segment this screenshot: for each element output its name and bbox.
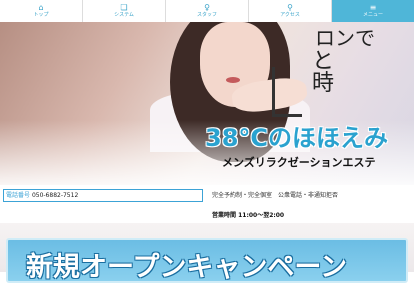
nav-item-menu[interactable]: ≡ メニュー bbox=[332, 0, 414, 22]
nav-item-system[interactable]: ❏ システム bbox=[83, 0, 166, 22]
phone-number: 050-6882-7512 bbox=[31, 192, 79, 199]
phone-link[interactable]: 電話番号 050-6882-7512 bbox=[3, 189, 203, 202]
phone-label: 電話番号 bbox=[6, 192, 31, 199]
map-pin-icon: ⚲ bbox=[287, 3, 293, 12]
nav-item-access[interactable]: ⚲ アクセス bbox=[249, 0, 332, 22]
staff-icon: ♀ bbox=[204, 3, 210, 12]
nav-item-label: アクセス bbox=[280, 12, 300, 18]
campaign-banner[interactable]: 新規オープンキャンペーン bbox=[6, 238, 408, 283]
home-icon: ⌂ bbox=[38, 3, 44, 12]
campaign-banner-text: 新規オープンキャンペーン bbox=[26, 252, 348, 283]
brand-subtitle: メンズリラクゼーションエステ bbox=[222, 156, 376, 169]
top-nav: ⌂ トップ ❏ システム ♀ スタッフ ⚲ アクセス ≡ メニュー bbox=[0, 0, 414, 22]
nav-item-label: トップ bbox=[33, 12, 49, 18]
business-hours: 営業時間 11:00～翌2:00 bbox=[212, 212, 285, 219]
nav-item-label: メニュー bbox=[362, 12, 383, 18]
shop-features: 完全予約制・完全個室 公衆電話・非通知拒否 bbox=[212, 192, 339, 199]
brand-logo-text: 38°Cのほほえみ bbox=[205, 124, 389, 152]
hero-banner: ロンで と 時 38°Cのほほえみ メンズリラクゼーションエステ bbox=[0, 22, 414, 185]
nav-item-staff[interactable]: ♀ スタッフ bbox=[166, 0, 249, 22]
system-icon: ❏ bbox=[120, 3, 128, 12]
hero-tagline-3: 時 bbox=[312, 71, 335, 96]
nav-item-label: スタッフ bbox=[196, 12, 217, 18]
hero-corner-bracket bbox=[272, 67, 302, 117]
shop-info: 電話番号 050-6882-7512 完全予約制・完全個室 公衆電話・非通知拒否… bbox=[0, 185, 414, 223]
menu-icon: ≡ bbox=[369, 3, 377, 12]
nav-item-top[interactable]: ⌂ トップ bbox=[0, 0, 83, 22]
nav-item-label: システム bbox=[114, 12, 134, 18]
campaign-section: 新規オープンキャンペーン bbox=[0, 223, 414, 283]
